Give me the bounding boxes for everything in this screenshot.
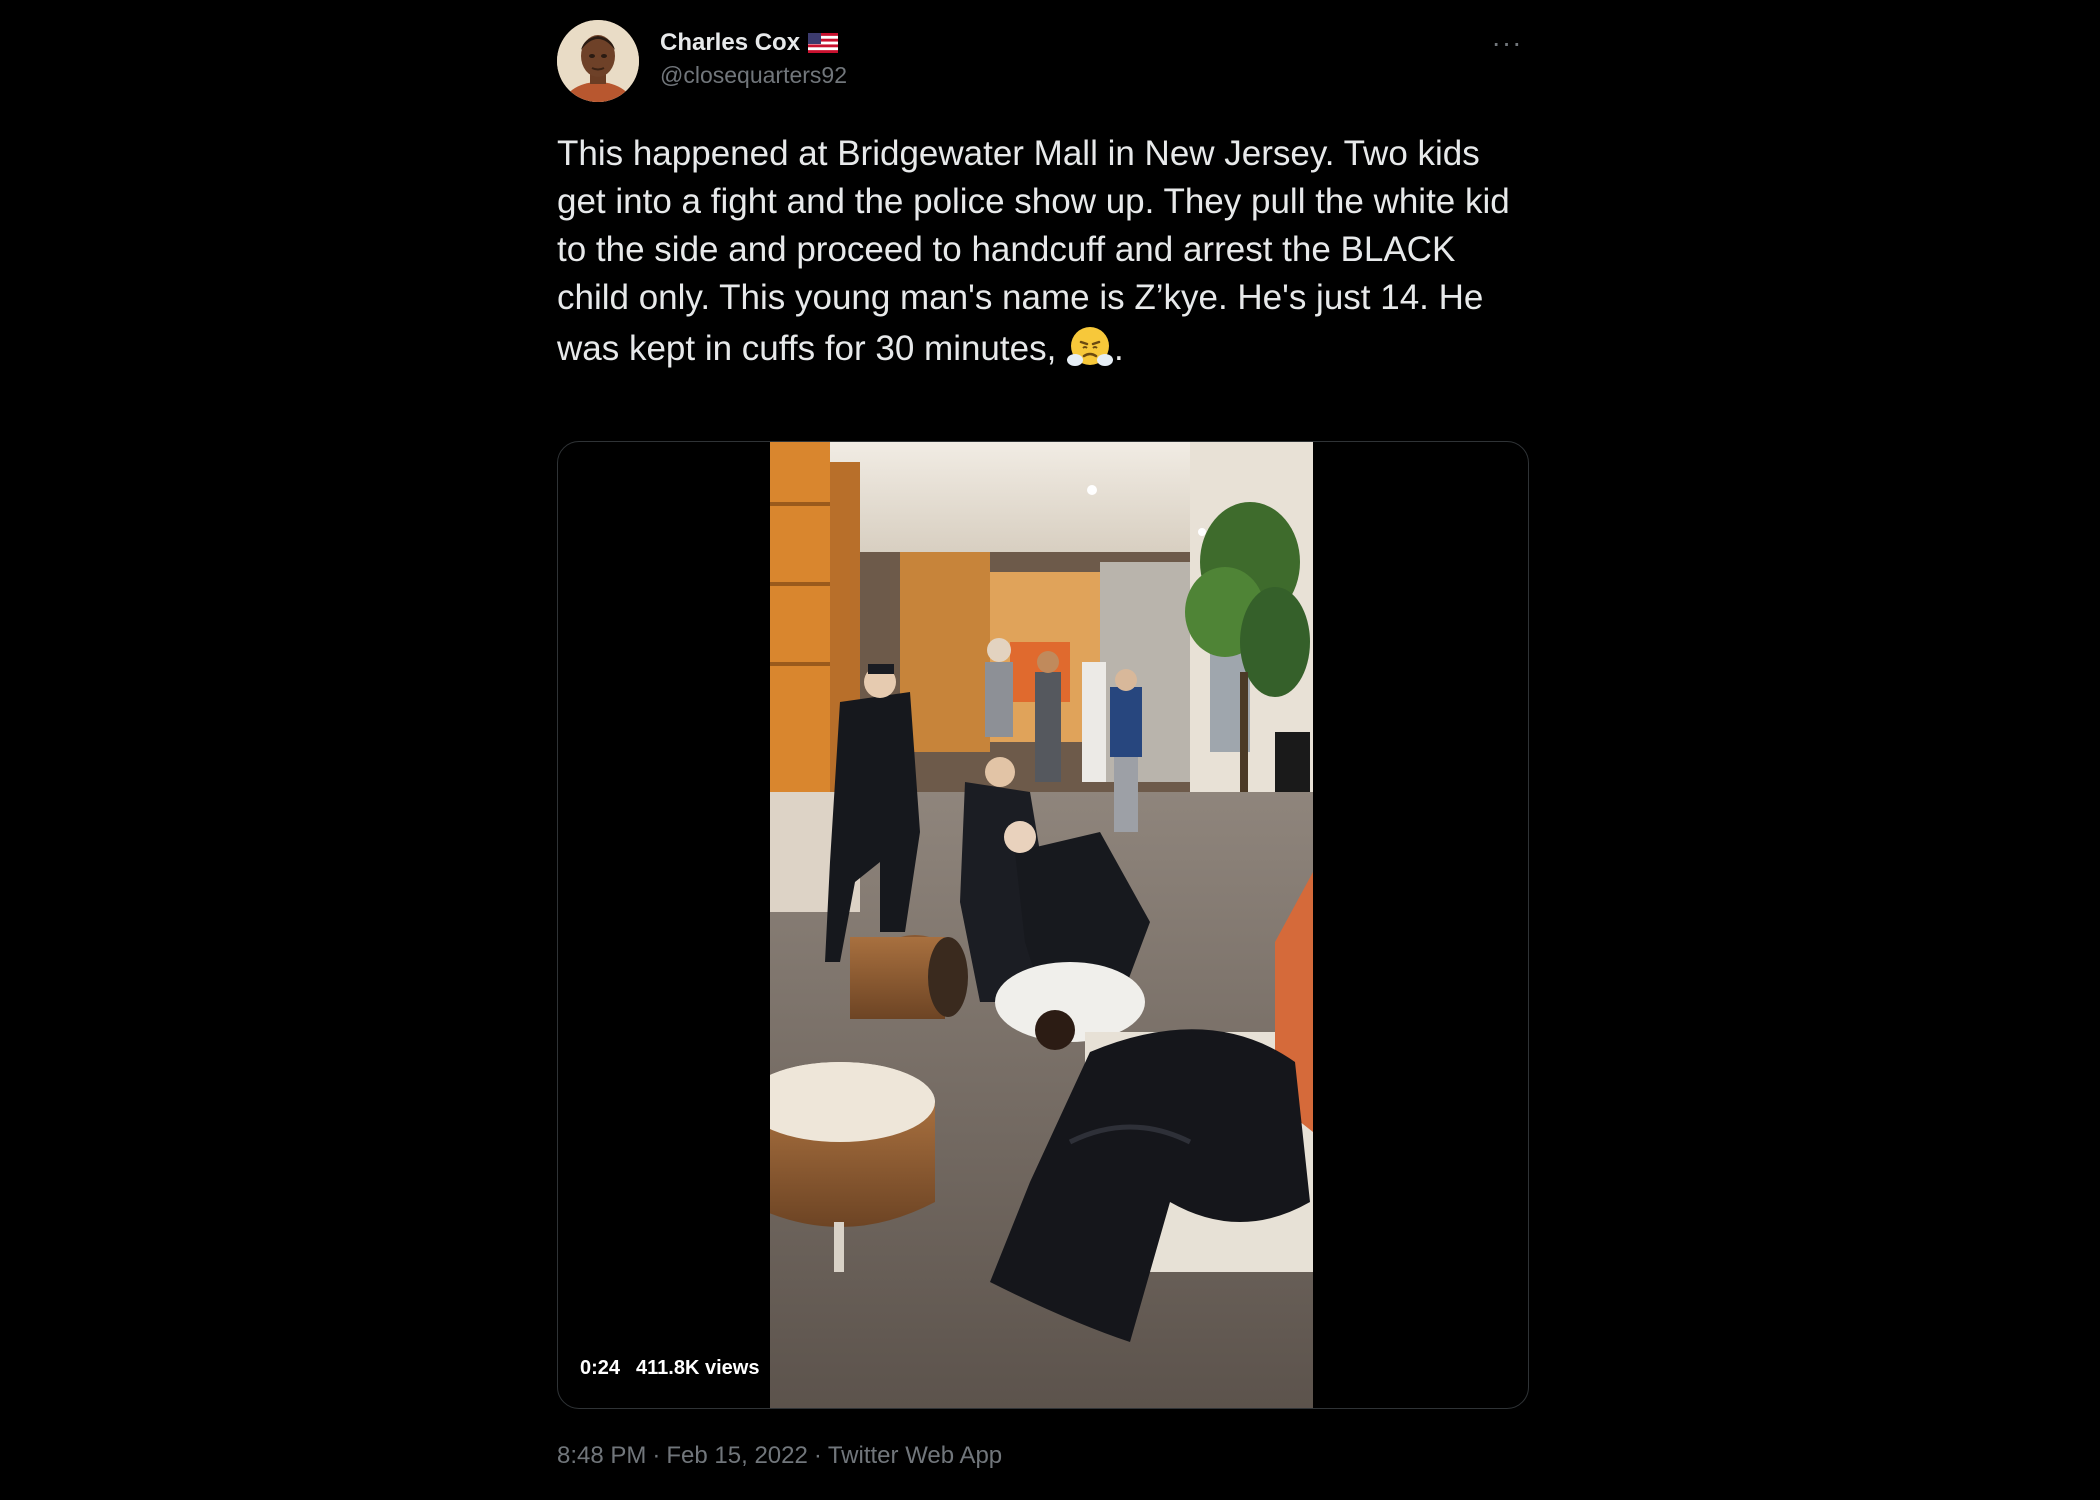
us-flag-icon — [808, 33, 839, 53]
more-options-button[interactable]: ··· — [1487, 27, 1527, 58]
tweet-date[interactable]: Feb 15, 2022 — [666, 1442, 807, 1470]
video-thumbnail — [770, 442, 1313, 1408]
tweet-meta: 8:48 PM · Feb 15, 2022 · Twitter Web App — [557, 1442, 1002, 1470]
video-duration: 0:24 — [580, 1356, 621, 1379]
tweet-text-end: . — [1114, 329, 1124, 368]
tweet-time[interactable]: 8:48 PM — [557, 1442, 646, 1470]
tweet-body: This happened at Bridgewater Mall in New… — [557, 134, 1520, 368]
tweet: Charles Cox @closequarters92 ··· This ha… — [557, 18, 1529, 1488]
more-icon: ··· — [1491, 27, 1523, 58]
display-name-row: Charles Cox — [660, 28, 847, 58]
video-badge: 0:24 411.8K views — [570, 1350, 770, 1386]
steam-from-nose-emoji-icon — [1067, 327, 1114, 366]
video-player[interactable]: 0:24 411.8K views — [557, 441, 1529, 1409]
avatar-image — [557, 20, 639, 102]
display-name[interactable]: Charles Cox — [660, 29, 800, 57]
tweet-text: This happened at Bridgewater Mall in New… — [557, 130, 1525, 373]
video-views: 411.8K views — [636, 1356, 760, 1379]
meta-separator: · — [652, 1442, 661, 1469]
user-handle[interactable]: @closequarters92 — [660, 62, 847, 89]
user-info: Charles Cox @closequarters92 — [660, 28, 847, 89]
meta-separator: · — [813, 1442, 822, 1469]
source-app-link[interactable]: Twitter Web App — [828, 1442, 1002, 1470]
avatar[interactable] — [557, 20, 639, 102]
